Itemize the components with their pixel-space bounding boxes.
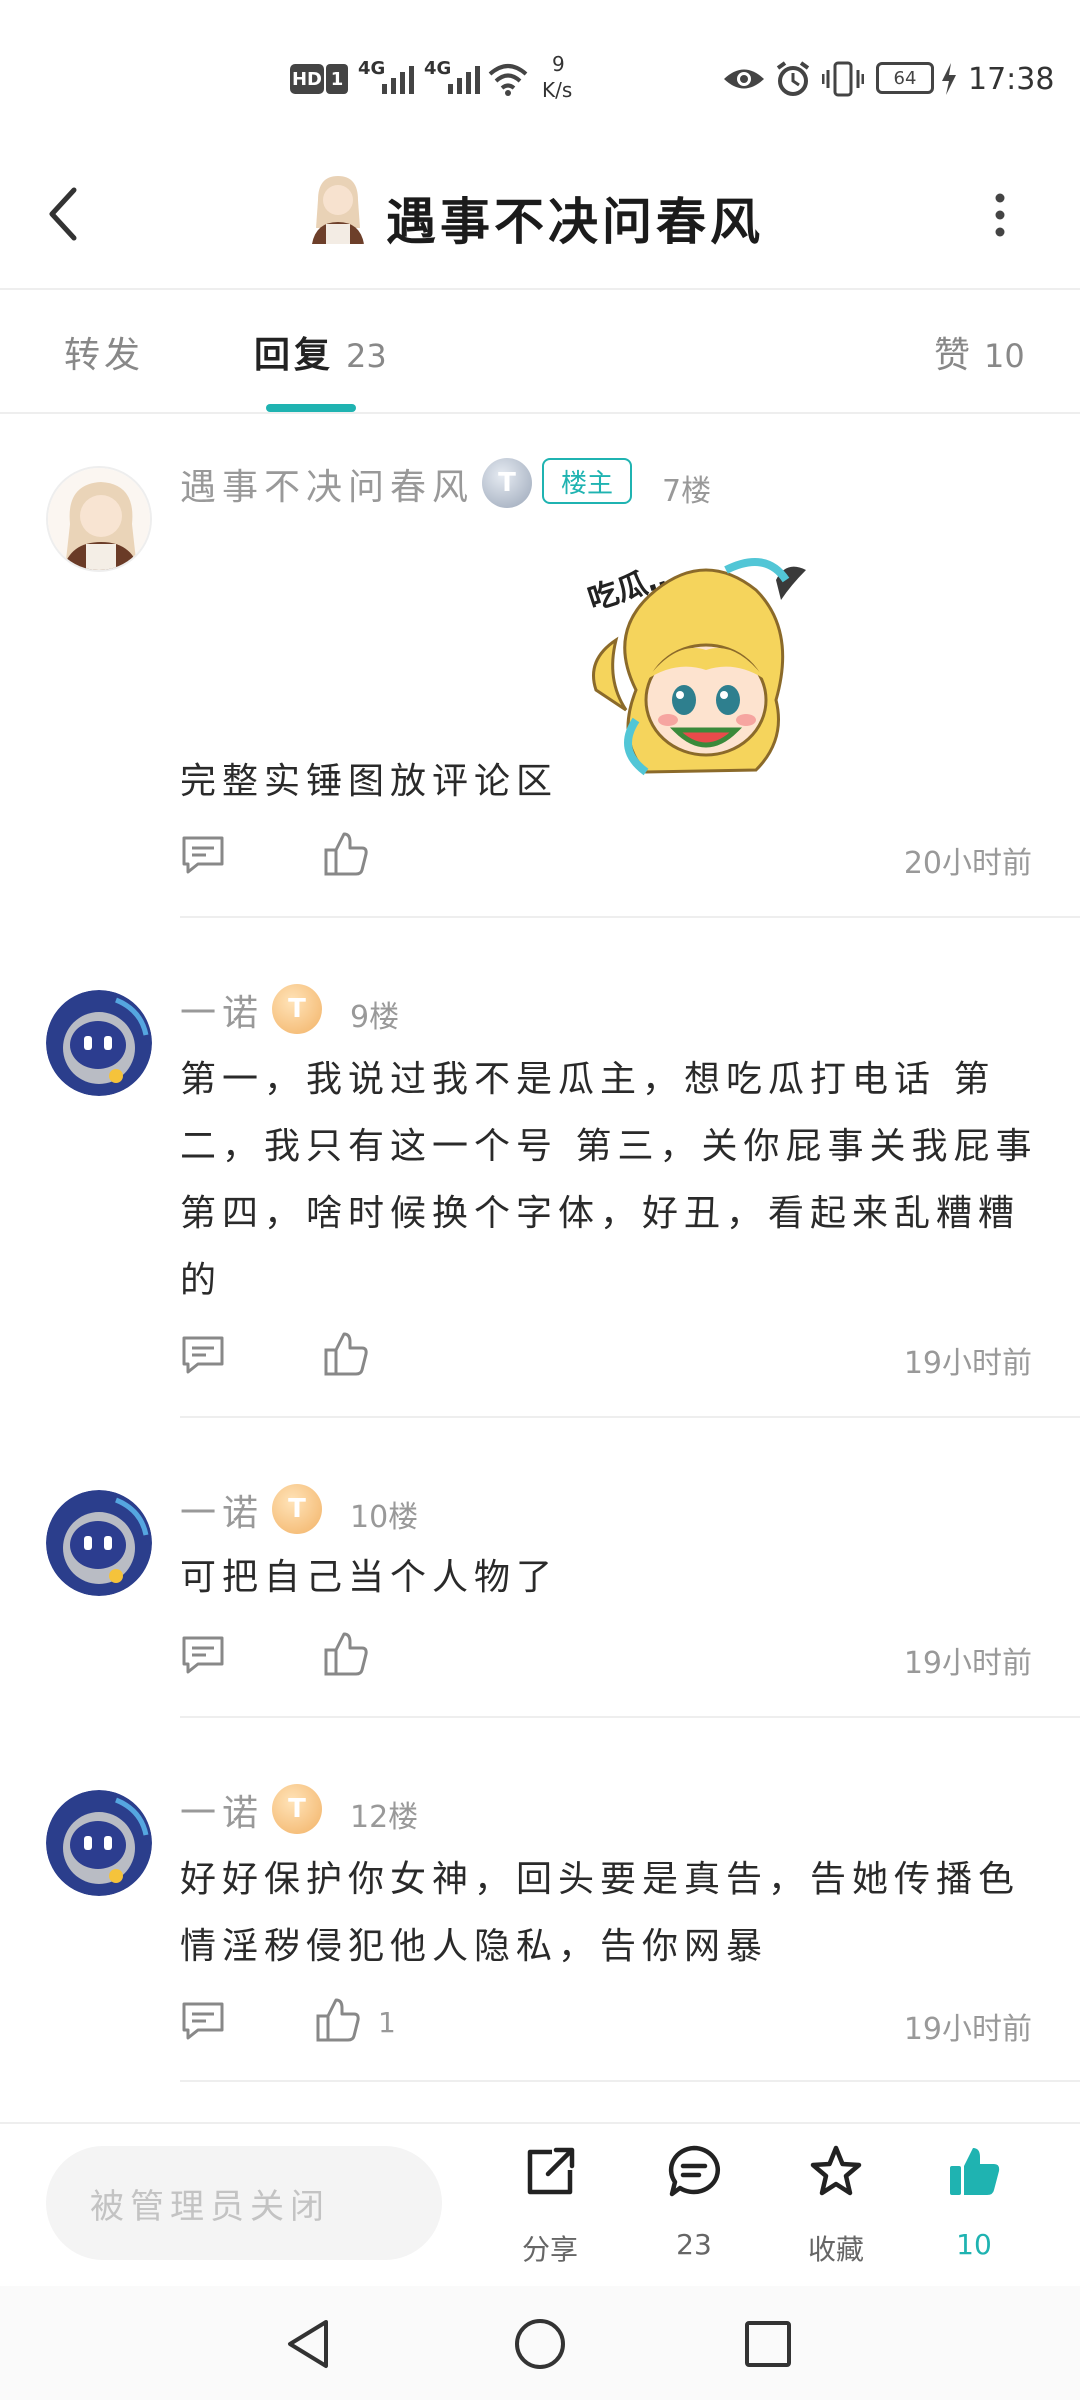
signal-icon-2 [448, 62, 480, 94]
tab-likes[interactable]: 赞 10 [934, 326, 1025, 378]
avatar[interactable] [46, 1790, 152, 1896]
signal-icon-1 [382, 62, 414, 94]
owner-badge: 楼主 [542, 458, 632, 504]
status-bar: HD 1 4G 4G 9 K/s 64 17:38 [0, 0, 1080, 150]
avatar[interactable] [46, 990, 152, 1096]
thumbs-up-filled-icon [950, 2148, 1000, 2195]
tab-repost[interactable]: 转发 [64, 326, 144, 378]
thumbs-up-icon[interactable] [322, 1330, 370, 1378]
floor-number: 9楼 [350, 1000, 400, 1035]
like-count: 1 [378, 2006, 396, 2039]
avatar[interactable] [46, 466, 152, 572]
comments-count: 23 [676, 2228, 712, 2261]
thumbs-up-icon[interactable] [322, 830, 370, 878]
divider [180, 1416, 1080, 1418]
more-options-icon[interactable] [990, 190, 1010, 240]
comment-icon[interactable] [180, 834, 226, 876]
star-icon [810, 2145, 862, 2196]
comment-icon[interactable] [180, 1334, 226, 1376]
username[interactable]: 一诺 [180, 1784, 264, 1836]
thumbs-up-icon[interactable] [322, 1630, 370, 1678]
system-nav-bar [0, 2286, 1080, 2400]
bottom-action-bar: 被管理员关闭 分享 23 收藏 10 [0, 2122, 1080, 2286]
avatar[interactable] [46, 1490, 152, 1596]
divider [180, 916, 1080, 918]
floor-number: 10楼 [350, 1500, 419, 1535]
share-button[interactable]: 分享 [500, 2140, 600, 2280]
charging-icon [942, 63, 956, 95]
sim-icon: 1 [326, 64, 348, 94]
reply-time: 19小时前 [903, 1646, 1032, 1681]
tab-reply[interactable]: 回复 23 [254, 326, 387, 378]
tab-likes-count: 10 [984, 337, 1025, 375]
reply-content: 可把自己当个人物了 [180, 1557, 559, 1598]
share-icon [527, 2147, 575, 2195]
comment-input[interactable]: 被管理员关闭 [46, 2146, 442, 2260]
battery-icon: 64 [876, 62, 934, 94]
clock: 17:38 [968, 62, 1055, 97]
level-badge-icon: T [272, 1484, 322, 1534]
tab-bar: 转发 回复 23 赞 10 [0, 290, 1080, 414]
wifi-icon [488, 64, 528, 96]
comment-bubble-icon [668, 2145, 720, 2197]
like-count-total: 10 [956, 2228, 992, 2261]
header-avatar [304, 170, 370, 244]
level-badge-icon: T [272, 984, 322, 1034]
reply-content: 好好保护你女神，回头要是真告，告她传播色情淫秽侵犯他人隐私，告你网暴 [180, 1859, 1021, 1967]
floor-number: 7楼 [662, 474, 712, 509]
eye-icon [724, 69, 764, 89]
nav-home-icon[interactable] [512, 2316, 568, 2372]
nav-back-icon[interactable] [280, 2316, 336, 2372]
divider [180, 2080, 1080, 2082]
nav-recents-icon[interactable] [740, 2316, 796, 2372]
favorite-button[interactable]: 收藏 [786, 2140, 886, 2280]
username[interactable]: 遇事不决问春风 [180, 458, 474, 510]
thumbs-up-icon[interactable] [314, 1996, 362, 2044]
comment-icon[interactable] [180, 1634, 226, 1676]
floor-number: 12楼 [350, 1800, 419, 1835]
level-badge-icon: T [482, 458, 532, 508]
tab-repost-label: 转发 [64, 335, 145, 376]
reply-time: 20小时前 [903, 846, 1032, 881]
back-arrow-icon[interactable] [44, 184, 84, 244]
username[interactable]: 一诺 [180, 984, 264, 1036]
tab-likes-label: 赞 [934, 335, 975, 376]
page-title: 遇事不决问春风 [386, 193, 764, 251]
tab-reply-label: 回复 [254, 335, 335, 376]
divider [180, 1716, 1080, 1718]
alarm-icon [776, 61, 810, 96]
share-label: 分享 [521, 2233, 578, 2266]
hd-icon: HD [290, 64, 324, 94]
username[interactable]: 一诺 [180, 1484, 264, 1536]
reply-content: 完整实锤图放评论区 [180, 761, 559, 802]
active-tab-indicator [266, 404, 356, 412]
tab-reply-count: 23 [346, 337, 387, 375]
like-button[interactable]: 10 [924, 2140, 1024, 2280]
net-speed-value: 9 [552, 52, 565, 76]
reply-content: 第一，我说过我不是瓜主，想吃瓜打电话 第二，我只有这一个号 第三，关你屁事关我屁… [180, 1059, 1038, 1301]
comments-button[interactable]: 23 [644, 2140, 744, 2280]
level-badge-icon: T [272, 1784, 322, 1834]
net-speed-unit: K/s [542, 78, 573, 102]
comment-icon[interactable] [180, 2000, 226, 2042]
reply-time: 19小时前 [903, 2012, 1032, 2047]
header: 遇事不决问春风 [0, 150, 1080, 290]
favorite-label: 收藏 [807, 2233, 864, 2266]
vibrate-icon [822, 61, 864, 97]
reply-time: 19小时前 [903, 1346, 1032, 1381]
